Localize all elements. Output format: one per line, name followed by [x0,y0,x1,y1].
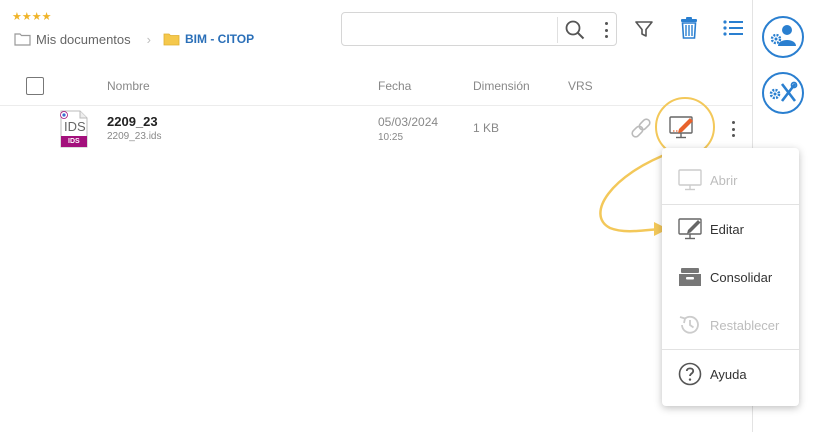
help-icon [678,362,702,386]
ids-file-icon: IDS IDS [58,110,90,148]
column-header-vrs[interactable]: VRS [568,79,593,93]
breadcrumb-label: BIM - CITOP [185,32,255,46]
filter-icon[interactable] [631,16,657,42]
menu-item-editar[interactable]: Editar [662,209,799,249]
link-icon[interactable] [628,115,654,141]
file-filename: 2209_23.ids [107,131,162,142]
menu-item-consolidar[interactable]: Consolidar [662,257,799,297]
menu-item-label: Ayuda [710,366,747,382]
menu-divider [662,349,799,350]
column-header-nombre[interactable]: Nombre [107,79,150,93]
search-box [341,12,617,46]
trash-icon[interactable] [676,15,702,41]
menu-item-restablecer[interactable]: Restablecer [662,305,799,345]
menu-item-label: Abrir [710,172,738,188]
user-settings-button[interactable] [762,16,804,58]
search-input[interactable] [348,18,553,40]
menu-item-label: Consolidar [710,269,773,285]
more-vertical-icon[interactable] [599,20,613,40]
list-view-icon[interactable] [720,16,746,42]
search-icon[interactable] [564,19,586,41]
gear-tools-icon [769,81,798,102]
archive-drawer-icon [679,268,701,286]
file-name[interactable]: 2209_23 [107,114,158,129]
main-panel: ★★★★ Mis documentos › BIM - CITOP Nombre… [0,0,752,432]
menu-item-label: Editar [710,221,744,237]
user-gear-icon [770,25,796,46]
monitor-icon [678,169,702,191]
file-size: 1 KB [473,121,500,135]
file-type-badge: IDS [68,138,80,145]
file-time: 10:25 [378,132,404,143]
row-more-icon[interactable] [726,119,740,139]
table-row[interactable]: IDS IDS 2209_23 2209_23.ids 05/03/2024 1… [0,107,752,151]
menu-divider [662,204,799,205]
breadcrumb-item-bim-citop[interactable]: BIM - CITOP [163,32,254,46]
menu-item-ayuda[interactable]: Ayuda [662,354,799,394]
rating-stars[interactable]: ★★★★ [12,10,51,24]
chevron-right-icon: › [146,31,151,47]
monitor-edit-icon [678,218,702,240]
table-header: Nombre Fecha Dimensión VRS [0,70,752,106]
breadcrumb-item-mis-documentos[interactable]: Mis documentos [14,32,131,47]
file-date: 05/03/2024 [378,115,439,129]
folder-outline-icon [14,33,31,46]
history-icon [679,315,699,334]
context-menu: Abrir Editar Consolidar Restablecer Ayud… [662,148,799,406]
tools-settings-button[interactable] [762,72,804,114]
file-type-label: IDS [64,119,86,134]
menu-item-abrir[interactable]: Abrir [662,160,799,200]
select-all-checkbox[interactable] [26,77,44,95]
breadcrumb: Mis documentos › BIM - CITOP [14,30,254,48]
menu-item-label: Restablecer [710,317,780,333]
breadcrumb-label: Mis documentos [36,31,131,47]
search-divider [557,17,558,43]
column-header-dimension[interactable]: Dimensión [473,79,530,93]
folder-icon [163,33,180,46]
column-header-fecha[interactable]: Fecha [378,79,411,93]
